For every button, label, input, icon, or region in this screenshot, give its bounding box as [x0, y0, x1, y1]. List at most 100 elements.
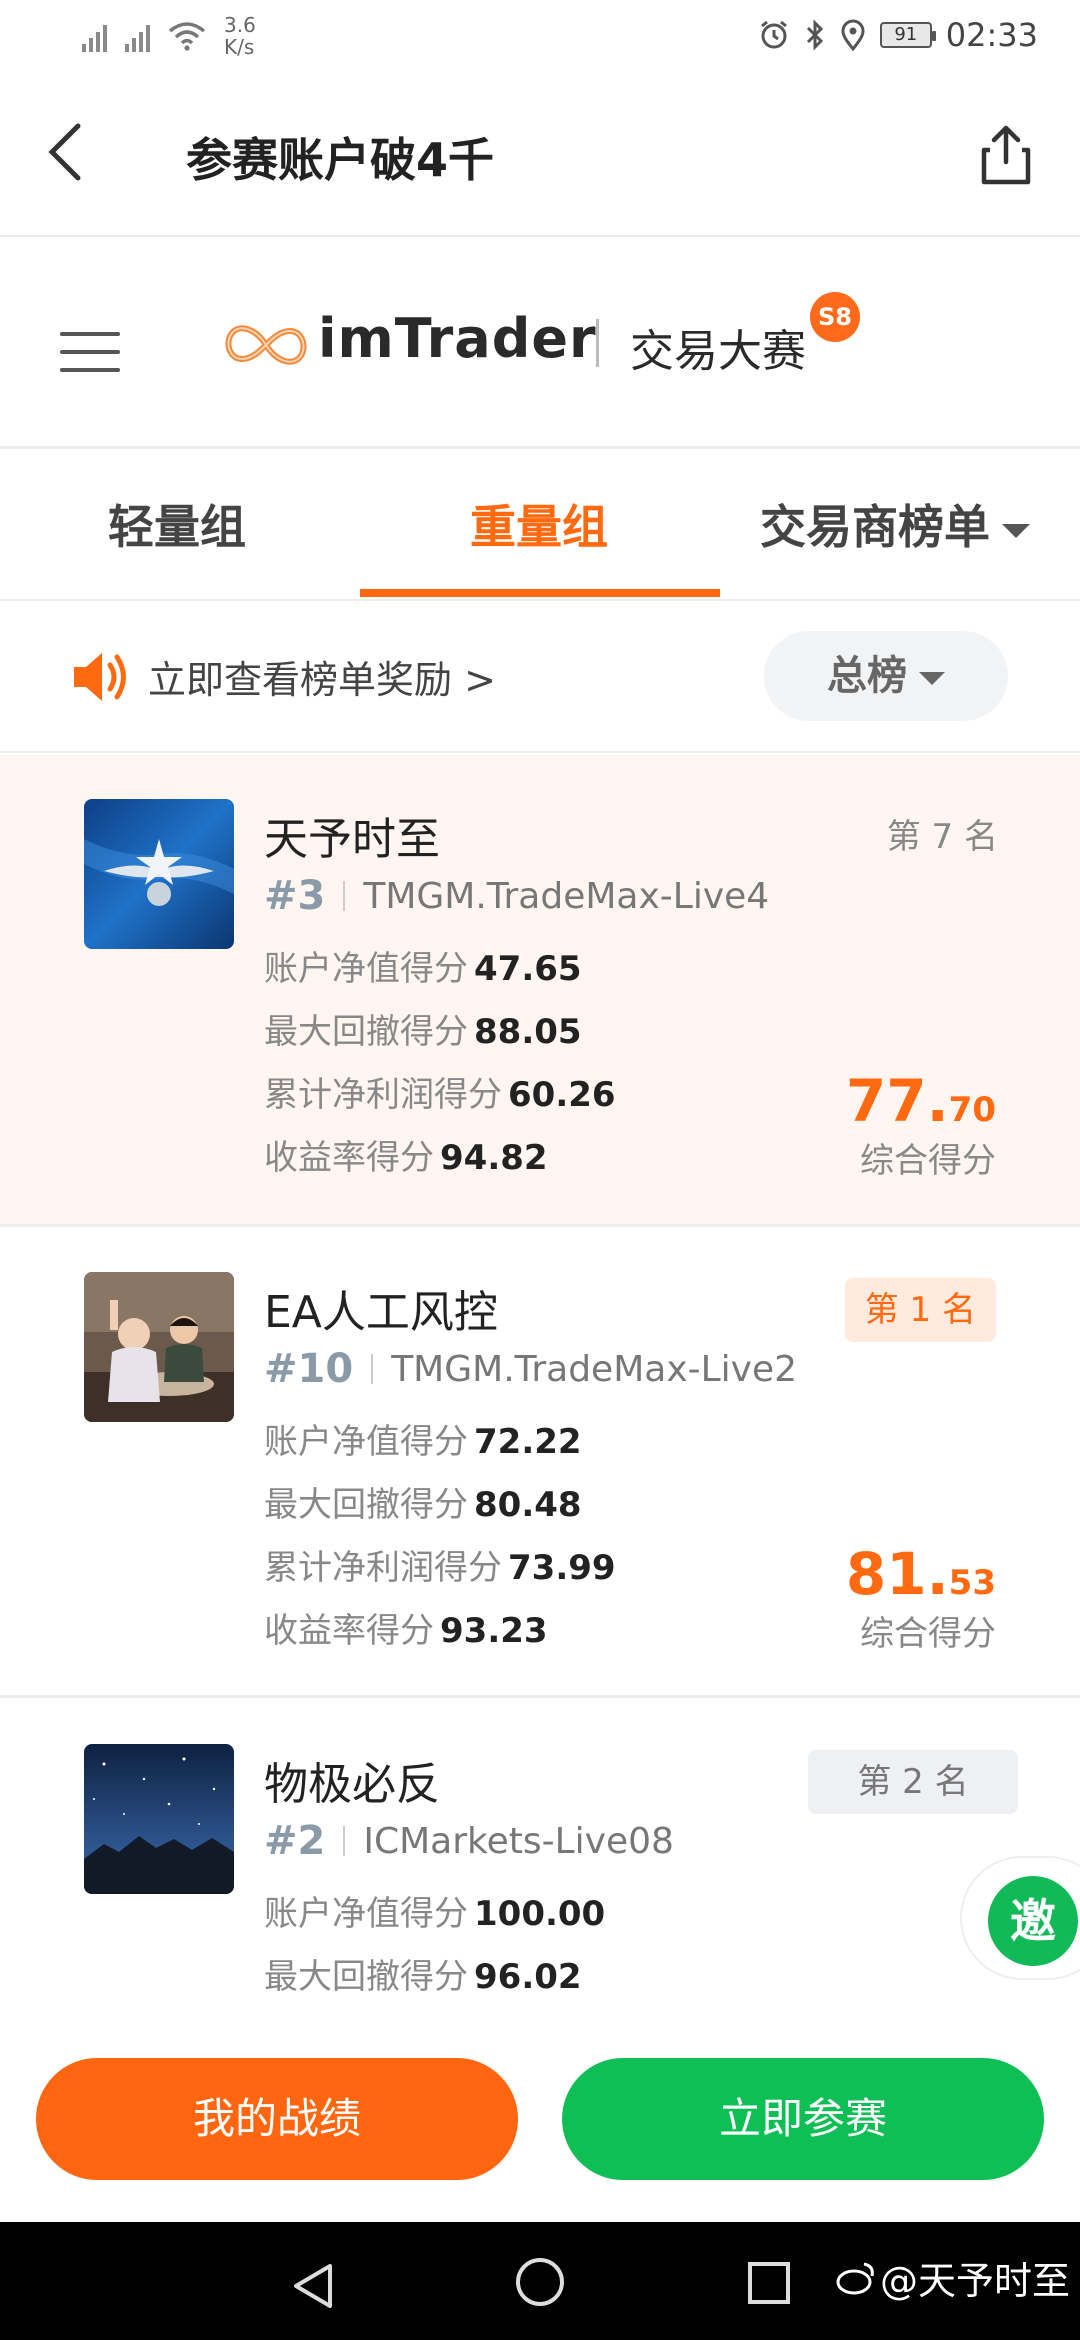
- tab-broker-ranking[interactable]: 交易商榜单: [760, 491, 1030, 557]
- active-tab-indicator: [360, 589, 720, 597]
- total-score: 77.70: [846, 1067, 996, 1135]
- network-speed-value: 3.6: [224, 13, 256, 37]
- chevron-down-icon: [1002, 523, 1030, 538]
- reward-link[interactable]: 立即查看榜单奖励 >: [148, 649, 496, 704]
- metric-equity: 账户净值得分 72.22: [264, 1414, 582, 1463]
- rank-badge: 第 7 名: [886, 817, 998, 857]
- metric-label: 收益率得分: [264, 1611, 434, 1651]
- season-badge: S8: [810, 292, 860, 342]
- status-bar-right: 91 02:33: [758, 16, 1038, 54]
- total-score-dec: 70: [948, 1090, 996, 1130]
- nav-recents-icon[interactable]: [748, 2262, 790, 2304]
- entry-server: ICMarkets-Live08: [363, 1820, 674, 1862]
- total-score: 81.53: [846, 1540, 996, 1608]
- status-bar-left: 3.6 K/s: [82, 14, 256, 58]
- title-bar: 参赛账户破4千: [0, 72, 1080, 237]
- board-select-value: 总榜: [827, 653, 907, 699]
- total-score-dec: 53: [948, 1563, 996, 1603]
- metric-value: 94.82: [440, 1138, 548, 1178]
- alarm-icon: [760, 20, 787, 49]
- group-tabs: 轻量组 重量组 交易商榜单: [0, 449, 1080, 601]
- weibo-logo-icon: [836, 2262, 874, 2294]
- ranking-entry[interactable]: 物极必反 第 2 名 #2 ICMarkets-Live08 账户净值得分 100…: [0, 1700, 1080, 2030]
- metric-label: 账户净值得分: [264, 1422, 468, 1462]
- metric-value: 80.48: [474, 1485, 582, 1525]
- metric-label: 账户净值得分: [264, 1894, 468, 1934]
- brand-subtitle: 交易大赛: [630, 326, 806, 377]
- share-icon[interactable]: [976, 122, 1036, 186]
- entry-id-line: #3 TMGM.TradeMax-Live4: [264, 873, 769, 919]
- entry-name: 物极必反: [264, 1759, 440, 1810]
- status-bar: 3.6 K/s 91 02:33: [0, 0, 1080, 72]
- total-score-label: 综合得分: [860, 1141, 996, 1181]
- entry-server: TMGM.TradeMax-Live2: [391, 1348, 798, 1390]
- metric-value: 93.23: [440, 1611, 548, 1651]
- watermark-text: @天予时至: [879, 2259, 1070, 2303]
- clock: 02:33: [945, 16, 1038, 54]
- rank-badge: 第 2 名: [808, 1750, 1018, 1814]
- location-icon: [841, 19, 865, 51]
- menu-icon[interactable]: [60, 332, 120, 372]
- divider: [371, 1354, 374, 1384]
- chevron-down-icon: [919, 671, 945, 685]
- entry-number: #10: [264, 1346, 354, 1392]
- my-record-button[interactable]: 我的战绩: [36, 2058, 518, 2180]
- metric-value: 88.05: [474, 1012, 582, 1052]
- metric-label: 收益率得分: [264, 1138, 434, 1178]
- metric-net-profit: 累计净利润得分 73.99: [264, 1540, 616, 1589]
- entry-name: EA人工风控: [264, 1287, 498, 1338]
- metric-value: 96.02: [474, 1957, 582, 1997]
- system-nav-bar: @天予时至: [0, 2222, 1080, 2340]
- entry-number: #2: [264, 1818, 326, 1864]
- signal-icon: [125, 20, 150, 52]
- entry-id-line: #10 TMGM.TradeMax-Live2: [264, 1346, 797, 1392]
- wifi-icon: [168, 22, 206, 51]
- page-title: 参赛账户破4千: [186, 133, 495, 187]
- metric-drawdown: 最大回撤得分 80.48: [264, 1477, 582, 1526]
- watermark: @天予时至: [836, 2250, 1070, 2305]
- tab-broker-ranking-label: 交易商榜单: [760, 500, 990, 554]
- invite-button[interactable]: 邀: [988, 1876, 1078, 1966]
- network-speed-unit: K/s: [224, 35, 255, 59]
- brand-bar: imTrader 交易大赛 S8: [0, 237, 1080, 449]
- metric-label: 累计净利润得分: [264, 1075, 502, 1115]
- metric-value: 73.99: [508, 1548, 616, 1588]
- nav-back-icon[interactable]: [290, 2262, 336, 2310]
- back-arrow-icon[interactable]: [40, 122, 100, 182]
- rank-badge: 第 1 名: [844, 1278, 996, 1342]
- avatar: [84, 1744, 234, 1894]
- metric-value: 72.22: [474, 1422, 582, 1462]
- join-now-button[interactable]: 立即参赛: [562, 2058, 1044, 2180]
- avatar: [84, 1272, 234, 1422]
- divider: [343, 881, 346, 911]
- entry-server: TMGM.TradeMax-Live4: [363, 875, 770, 917]
- total-score-label: 综合得分: [860, 1614, 996, 1654]
- metric-label: 累计净利润得分: [264, 1548, 502, 1588]
- brand-name: imTrader: [318, 307, 597, 370]
- metric-equity: 账户净值得分 47.65: [264, 941, 582, 990]
- metric-label: 最大回撤得分: [264, 1957, 468, 1997]
- metric-label: 账户净值得分: [264, 949, 468, 989]
- metric-label: 最大回撤得分: [264, 1485, 468, 1525]
- total-score-int: 77.: [845, 1067, 949, 1135]
- metric-value: 100.00: [474, 1894, 606, 1934]
- board-select[interactable]: 总榜: [764, 631, 1008, 721]
- metric-equity: 账户净值得分 100.00: [264, 1886, 605, 1935]
- brand-divider: [596, 319, 599, 367]
- divider: [343, 1826, 346, 1856]
- metric-return-rate: 收益率得分 93.23: [264, 1603, 548, 1652]
- tab-heavy-group[interactable]: 重量组: [470, 491, 608, 557]
- speaker-icon: [74, 653, 126, 701]
- metric-value: 60.26: [508, 1075, 616, 1115]
- ranking-entry[interactable]: 天予时至 第 7 名 #3 TMGM.TradeMax-Live4 账户净值得分…: [0, 755, 1080, 1227]
- tab-light-group[interactable]: 轻量组: [108, 491, 246, 557]
- metric-net-profit: 累计净利润得分 60.26: [264, 1067, 616, 1116]
- avatar: [84, 799, 234, 949]
- total-score-int: 81.: [845, 1540, 949, 1608]
- nav-home-icon[interactable]: [516, 2258, 564, 2306]
- entry-number: #3: [264, 873, 326, 919]
- metric-drawdown: 最大回撤得分 96.02: [264, 1949, 582, 1998]
- metric-label: 最大回撤得分: [264, 1012, 468, 1052]
- invite-float[interactable]: 邀: [960, 1856, 1080, 1980]
- ranking-entry[interactable]: EA人工风控 第 1 名 #10 TMGM.TradeMax-Live2 账户净…: [0, 1228, 1080, 1698]
